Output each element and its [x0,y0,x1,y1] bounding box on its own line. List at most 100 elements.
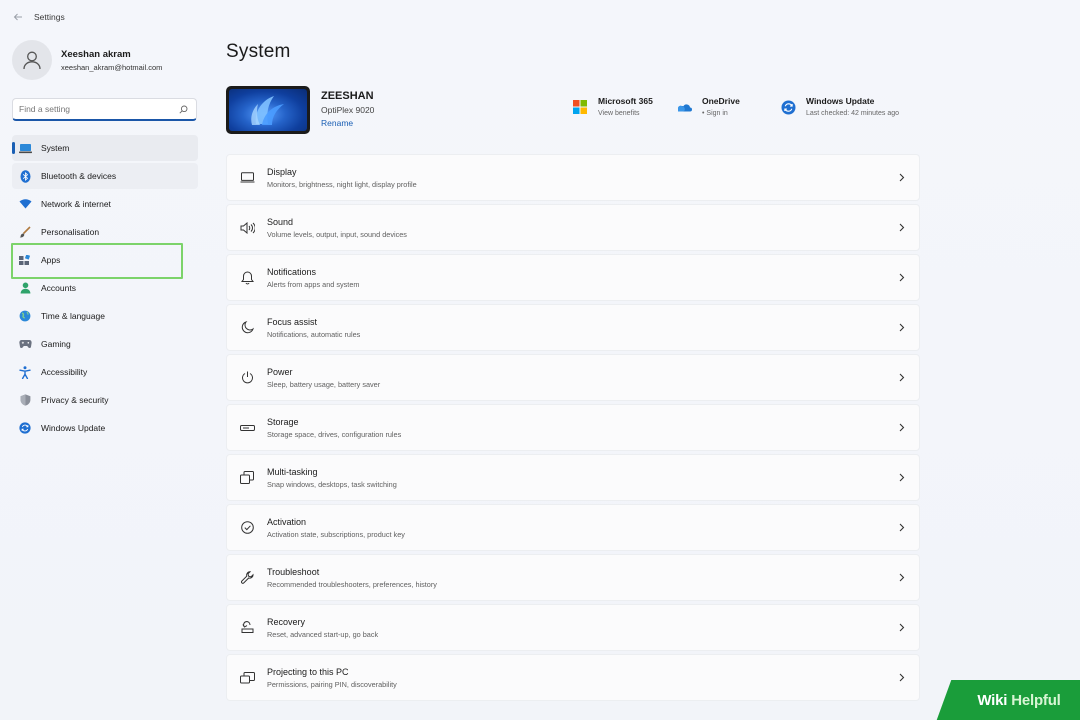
power-icon [239,370,255,386]
card-subtitle: Activation state, subscriptions, product… [267,529,405,539]
quick-link-windows-update[interactable]: Windows Update Last checked: 42 minutes … [780,96,930,117]
settings-card-sound[interactable]: Sound Volume levels, output, input, soun… [226,204,920,251]
sidebar-item-accessibility[interactable]: Accessibility [12,359,198,385]
card-title: Sound [267,216,294,227]
search-box[interactable] [12,98,197,121]
check-circle-icon [239,520,255,536]
back-button[interactable] [4,3,32,31]
sidebar-item-privacy-security[interactable]: Privacy & security [12,387,198,413]
settings-card-troubleshoot[interactable]: Troubleshoot Recommended troubleshooters… [226,554,920,601]
sidebar-nav: System Bluetooth & devices Network & int… [12,135,198,443]
search-input[interactable] [19,104,178,114]
moon-icon [239,320,255,336]
quick-link-title: Windows Update [806,96,875,106]
avatar [12,40,52,80]
sidebar-item-accounts[interactable]: Accounts [12,275,198,301]
sidebar-item-apps[interactable]: Apps [12,247,198,273]
main-content: System ZEESHAN OptiPlex 9020 Rename Micr… [226,34,926,720]
wikihelpful-watermark: Wiki Helpful [958,680,1080,720]
quick-link-title: OneDrive [702,96,740,106]
back-arrow-icon [13,13,22,21]
sidebar-item-network[interactable]: Network & internet [12,191,198,217]
quick-link-microsoft-365[interactable]: Microsoft 365 View benefits [572,96,676,117]
update-icon [18,421,32,435]
gamepad-icon [18,337,32,351]
sidebar-item-gaming[interactable]: Gaming [12,331,198,357]
sidebar-item-label: Apps [41,255,61,265]
settings-card-display[interactable]: Display Monitors, brightness, night ligh… [226,154,920,201]
settings-card-projecting[interactable]: Projecting to this PC Permissions, pairi… [226,654,920,701]
brush-icon [18,225,32,239]
device-name: ZEESHAN [321,90,374,102]
globe-icon [18,309,32,323]
sidebar-item-label: System [41,143,70,153]
multitask-icon [239,470,255,486]
card-subtitle: Alerts from apps and system [267,279,360,289]
window-title: Settings [34,12,65,22]
card-subtitle: Sleep, battery usage, battery saver [267,379,381,389]
card-title: Troubleshoot [267,566,320,577]
chevron-right-icon [897,173,907,183]
cloud-icon [676,99,692,115]
chevron-right-icon [897,223,907,233]
profile-email: xeeshan_akram@hotmail.com [61,62,163,72]
sidebar-item-time-language[interactable]: Time & language [12,303,198,329]
settings-card-activation[interactable]: Activation Activation state, subscriptio… [226,504,920,551]
wifi-icon [18,197,32,211]
chevron-right-icon [897,473,907,483]
sidebar-item-bluetooth[interactable]: Bluetooth & devices [12,163,198,189]
sidebar-item-system[interactable]: System [12,135,198,161]
settings-card-recovery[interactable]: Recovery Reset, advanced start-up, go ba… [226,604,920,651]
microsoft-logo-icon [572,99,588,115]
card-title: Recovery [267,616,306,627]
person-icon [18,281,32,295]
recovery-icon [239,620,255,636]
chevron-right-icon [897,423,907,433]
user-profile[interactable]: Xeeshan akram xeeshan_akram@hotmail.com [12,40,162,80]
search-icon[interactable] [178,104,188,114]
sidebar-item-label: Accounts [41,283,76,293]
device-header: ZEESHAN OptiPlex 9020 Rename [226,86,374,134]
sidebar: Xeeshan akram xeeshan_akram@hotmail.com … [0,34,210,720]
chevron-right-icon [897,323,907,333]
person-icon [23,51,41,70]
quick-link-title: Microsoft 365 [598,96,653,106]
card-title: Notifications [267,266,317,277]
chevron-right-icon [897,273,907,283]
quick-link-subtitle: Last checked: 42 minutes ago [806,110,900,117]
settings-card-multitasking[interactable]: Multi-tasking Snap windows, desktops, ta… [226,454,920,501]
card-title: Storage [267,416,299,427]
settings-card-storage[interactable]: Storage Storage space, drives, configura… [226,404,920,451]
settings-card-notifications[interactable]: Notifications Alerts from apps and syste… [226,254,920,301]
speaker-icon [239,220,255,236]
windows-bloom-icon [251,96,284,125]
card-title: Multi-tasking [267,466,318,477]
card-subtitle: Snap windows, desktops, task switching [267,479,397,489]
rename-link[interactable]: Rename [321,118,374,128]
quick-links: Microsoft 365 View benefits OneDrive • S… [572,96,930,117]
card-title: Display [267,166,297,177]
profile-name: Xeeshan akram [61,48,131,60]
quick-link-onedrive[interactable]: OneDrive • Sign in [676,96,780,117]
chevron-right-icon [897,673,907,683]
card-subtitle: Recommended troubleshooters, preferences… [267,579,437,589]
monitor-icon [239,170,255,186]
chevron-right-icon [897,373,907,383]
card-title: Focus assist [267,316,318,327]
wrench-icon [239,570,255,586]
card-subtitle: Storage space, drives, configuration rul… [267,429,402,439]
sidebar-item-label: Gaming [41,339,71,349]
settings-card-focus-assist[interactable]: Focus assist Notifications, automatic ru… [226,304,920,351]
sidebar-item-label: Network & internet [41,199,111,209]
sidebar-item-label: Personalisation [41,227,100,237]
sidebar-item-label: Bluetooth & devices [41,171,117,181]
page-title: System [226,41,291,62]
laptop-icon [18,141,32,155]
card-subtitle: Reset, advanced start-up, go back [267,629,379,639]
sidebar-item-label: Time & language [41,311,105,321]
settings-card-power[interactable]: Power Sleep, battery usage, battery save… [226,354,920,401]
sidebar-item-windows-update[interactable]: Windows Update [12,415,198,441]
watermark-text: Wiki Helpful [977,691,1061,709]
sidebar-item-personalisation[interactable]: Personalisation [12,219,198,245]
sidebar-item-label: Windows Update [41,423,106,433]
